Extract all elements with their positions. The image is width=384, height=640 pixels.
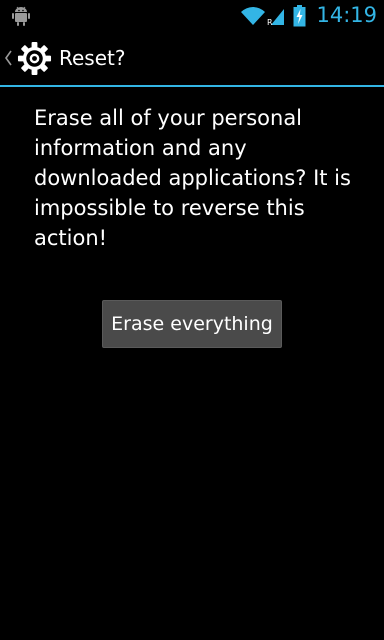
erase-everything-button[interactable]: Erase everything <box>102 300 282 348</box>
reset-warning-message: Erase all of your personal information a… <box>34 106 351 250</box>
up-navigation-button[interactable] <box>0 31 58 86</box>
status-icons: R 14:19 <box>239 0 384 31</box>
settings-gear-icon <box>17 41 52 76</box>
page-title: Reset? <box>59 46 126 70</box>
battery-charging-icon <box>293 4 306 26</box>
signal-icon: R <box>267 8 285 26</box>
reset-content: Erase all of your personal information a… <box>0 87 384 640</box>
status-time: 14:19 <box>316 3 377 27</box>
signal-roaming-label: R <box>267 18 273 26</box>
android-debug-icon <box>12 6 30 26</box>
wifi-icon <box>241 6 266 25</box>
chevron-left-icon <box>5 50 12 66</box>
action-bar: Reset? <box>0 31 384 86</box>
status-bar: R 14:19 <box>0 0 384 31</box>
